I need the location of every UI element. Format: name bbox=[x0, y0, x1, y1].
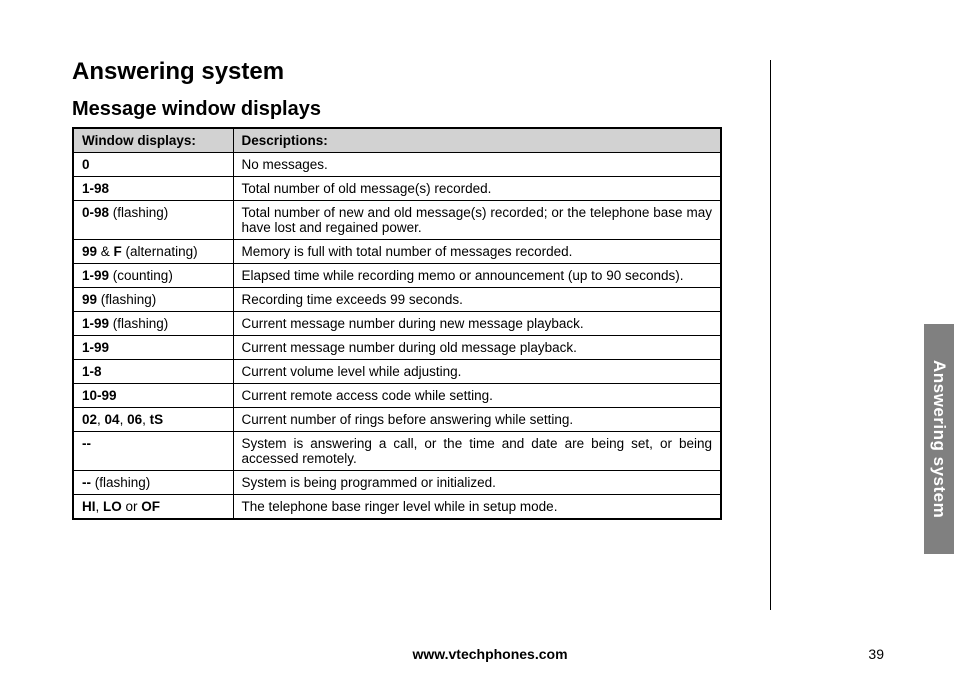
table-row: -- (flashing)System is being programmed … bbox=[73, 471, 721, 495]
window-display-description: Current remote access code while setting… bbox=[233, 384, 721, 408]
header-descriptions: Descriptions: bbox=[233, 128, 721, 153]
content-area: Answering system Message window displays… bbox=[72, 58, 732, 520]
window-display-code: 99 (flashing) bbox=[73, 288, 233, 312]
table-row: 1-99Current message number during old me… bbox=[73, 336, 721, 360]
window-display-code: 1-8 bbox=[73, 360, 233, 384]
window-display-code: -- (flashing) bbox=[73, 471, 233, 495]
vertical-divider bbox=[770, 60, 771, 610]
table-row: 1-8Current volume level while adjusting. bbox=[73, 360, 721, 384]
window-display-code: 0 bbox=[73, 153, 233, 177]
window-display-description: Current message number during new messag… bbox=[233, 312, 721, 336]
table-header-row: Window displays: Descriptions: bbox=[73, 128, 721, 153]
window-display-description: Recording time exceeds 99 seconds. bbox=[233, 288, 721, 312]
window-display-description: System is answering a call, or the time … bbox=[233, 432, 721, 471]
window-display-code: 1-99 (counting) bbox=[73, 264, 233, 288]
window-display-description: Elapsed time while recording memo or ann… bbox=[233, 264, 721, 288]
window-display-description: Current message number during old messag… bbox=[233, 336, 721, 360]
table-row: 1-99 (flashing)Current message number du… bbox=[73, 312, 721, 336]
window-display-description: Total number of old message(s) recorded. bbox=[233, 177, 721, 201]
window-display-code: -- bbox=[73, 432, 233, 471]
table-row: 1-98Total number of old message(s) recor… bbox=[73, 177, 721, 201]
table-row: HI, LO or OFThe telephone base ringer le… bbox=[73, 495, 721, 520]
table-row: 0-98 (flashing)Total number of new and o… bbox=[73, 201, 721, 240]
table-row: 99 & F (alternating)Memory is full with … bbox=[73, 240, 721, 264]
window-display-description: The telephone base ringer level while in… bbox=[233, 495, 721, 520]
page: Answering system Message window displays… bbox=[0, 0, 954, 682]
window-display-code: 1-99 bbox=[73, 336, 233, 360]
page-title: Answering system bbox=[72, 58, 732, 86]
window-display-code: 99 & F (alternating) bbox=[73, 240, 233, 264]
table-row: 02, 04, 06, tSCurrent number of rings be… bbox=[73, 408, 721, 432]
table-row: 1-99 (counting)Elapsed time while record… bbox=[73, 264, 721, 288]
window-display-code: 02, 04, 06, tS bbox=[73, 408, 233, 432]
footer-url: www.vtechphones.com bbox=[72, 646, 908, 662]
window-display-code: 10-99 bbox=[73, 384, 233, 408]
section-subtitle: Message window displays bbox=[72, 98, 732, 121]
footer-page-number: 39 bbox=[868, 646, 884, 662]
table-row: --System is answering a call, or the tim… bbox=[73, 432, 721, 471]
table-row: 0No messages. bbox=[73, 153, 721, 177]
displays-table: Window displays: Descriptions: 0No messa… bbox=[72, 127, 722, 520]
table-row: 10-99Current remote access code while se… bbox=[73, 384, 721, 408]
table-row: 99 (flashing)Recording time exceeds 99 s… bbox=[73, 288, 721, 312]
side-tab-label: Answering system bbox=[924, 324, 954, 554]
window-display-code: 0-98 (flashing) bbox=[73, 201, 233, 240]
window-display-code: 1-98 bbox=[73, 177, 233, 201]
window-display-description: No messages. bbox=[233, 153, 721, 177]
window-display-description: Memory is full with total number of mess… bbox=[233, 240, 721, 264]
window-display-code: 1-99 (flashing) bbox=[73, 312, 233, 336]
header-window-displays: Window displays: bbox=[73, 128, 233, 153]
window-display-description: Total number of new and old message(s) r… bbox=[233, 201, 721, 240]
window-display-description: Current volume level while adjusting. bbox=[233, 360, 721, 384]
window-display-description: Current number of rings before answering… bbox=[233, 408, 721, 432]
window-display-description: System is being programmed or initialize… bbox=[233, 471, 721, 495]
window-display-code: HI, LO or OF bbox=[73, 495, 233, 520]
